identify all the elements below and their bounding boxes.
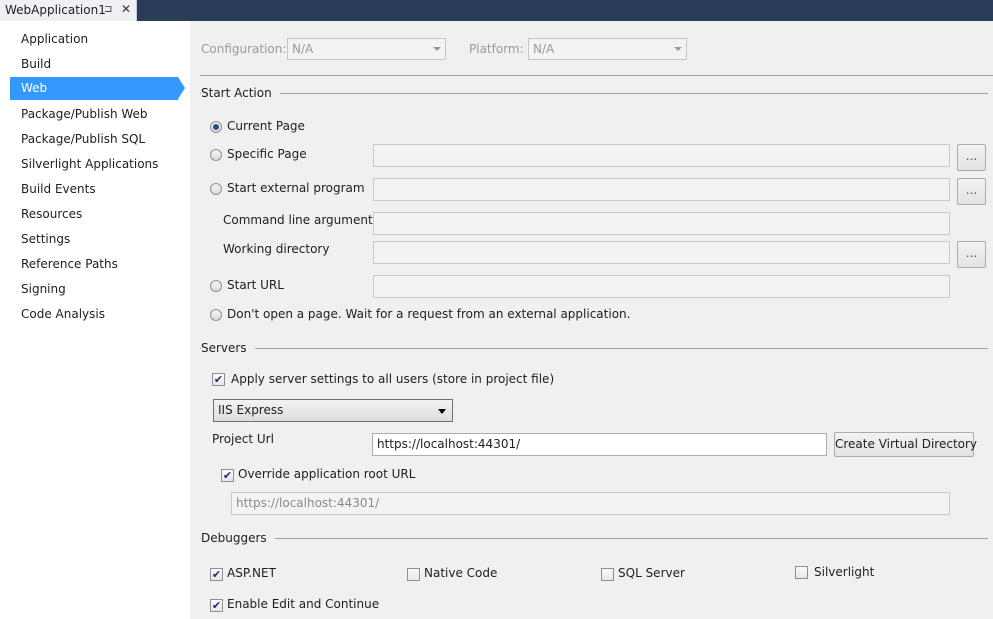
native-code-checkbox[interactable] — [407, 568, 420, 581]
document-tab-title: WebApplication1 — [5, 3, 106, 17]
properties-sidebar: Application Build Web Package/Publish We… — [0, 21, 190, 619]
project-url-label: Project Url — [212, 432, 274, 446]
override-root-input[interactable]: https://localhost:44301/ — [231, 492, 950, 515]
sidebar-item-application[interactable]: Application — [10, 28, 178, 51]
start-action-divider — [200, 93, 988, 94]
current-page-radio[interactable] — [210, 121, 222, 133]
edit-continue-label: Enable Edit and Continue — [227, 597, 380, 611]
dont-open-label: Don't open a page. Wait for a request fr… — [227, 307, 631, 321]
override-root-label: Override application root URL — [238, 467, 416, 481]
sidebar-item-settings[interactable]: Settings — [10, 228, 178, 251]
external-program-browse-button[interactable]: ... — [957, 178, 986, 205]
configuration-value: N/A — [292, 42, 314, 56]
create-virtual-directory-button[interactable]: Create Virtual Directory — [834, 432, 977, 457]
edit-continue-checkbox[interactable]: ✔ — [210, 599, 223, 612]
sidebar-item-resources[interactable]: Resources — [10, 203, 178, 226]
working-directory-label: Working directory — [223, 242, 330, 256]
configuration-label: Configuration: — [201, 42, 287, 56]
start-external-label: Start external program — [227, 181, 365, 195]
silverlight-checkbox[interactable] — [795, 566, 808, 579]
top-divider — [200, 75, 993, 76]
chevron-down-icon — [438, 409, 446, 414]
sql-server-checkbox[interactable] — [601, 568, 614, 581]
servers-heading: Servers — [201, 341, 255, 355]
pin-icon[interactable]: ⊐ — [104, 4, 112, 15]
specific-page-radio[interactable] — [210, 149, 222, 161]
server-select[interactable]: IIS Express — [213, 399, 453, 422]
chevron-down-icon — [674, 47, 682, 51]
document-tab[interactable]: WebApplication1 ⊐ ✕ — [0, 0, 137, 21]
specific-page-browse-button[interactable]: ... — [957, 144, 986, 171]
start-external-radio[interactable] — [210, 183, 222, 195]
silverlight-label: Silverlight — [814, 565, 875, 579]
command-line-args-input[interactable] — [373, 212, 950, 235]
close-icon[interactable]: ✕ — [121, 2, 131, 16]
start-url-input[interactable] — [373, 275, 950, 298]
platform-label: Platform: — [469, 42, 524, 56]
external-program-input[interactable] — [373, 178, 950, 201]
override-root-checkbox[interactable]: ✔ — [221, 469, 234, 482]
sidebar-item-silverlight-applications[interactable]: Silverlight Applications — [10, 153, 178, 176]
current-page-label: Current Page — [227, 119, 305, 133]
start-action-heading: Start Action — [201, 86, 280, 100]
start-url-radio[interactable] — [210, 280, 222, 292]
sql-server-label: SQL Server — [618, 566, 685, 580]
sidebar-item-package-publish-web[interactable]: Package/Publish Web — [10, 103, 178, 126]
dont-open-radio[interactable] — [210, 309, 222, 321]
servers-divider — [200, 348, 988, 349]
command-line-args-label: Command line arguments — [223, 213, 379, 227]
sidebar-item-build-events[interactable]: Build Events — [10, 178, 178, 201]
aspnet-checkbox[interactable]: ✔ — [210, 568, 223, 581]
configuration-dropdown[interactable]: N/A — [287, 38, 446, 60]
project-url-input[interactable]: https://localhost:44301/ — [372, 433, 827, 456]
sidebar-item-reference-paths[interactable]: Reference Paths — [10, 253, 178, 276]
specific-page-input[interactable] — [373, 144, 950, 167]
apply-all-users-label: Apply server settings to all users (stor… — [231, 372, 555, 386]
working-directory-input[interactable] — [373, 241, 950, 264]
sidebar-item-package-publish-sql[interactable]: Package/Publish SQL — [10, 128, 178, 151]
native-code-label: Native Code — [424, 566, 498, 580]
platform-value: N/A — [533, 42, 555, 56]
start-url-label: Start URL — [227, 278, 284, 292]
document-tab-strip — [0, 0, 993, 21]
aspnet-label: ASP.NET — [227, 566, 276, 580]
sidebar-item-code-analysis[interactable]: Code Analysis — [10, 303, 178, 326]
sidebar-item-web[interactable]: Web — [10, 77, 185, 100]
server-select-value: IIS Express — [218, 403, 284, 417]
apply-all-users-checkbox[interactable]: ✔ — [212, 373, 225, 386]
platform-dropdown[interactable]: N/A — [528, 38, 687, 60]
sidebar-item-signing[interactable]: Signing — [10, 278, 178, 301]
chevron-down-icon — [433, 47, 441, 51]
working-directory-browse-button[interactable]: ... — [957, 241, 986, 268]
debuggers-heading: Debuggers — [201, 531, 275, 545]
sidebar-item-build[interactable]: Build — [10, 53, 178, 76]
debuggers-divider — [200, 538, 988, 539]
specific-page-label: Specific Page — [227, 147, 307, 161]
